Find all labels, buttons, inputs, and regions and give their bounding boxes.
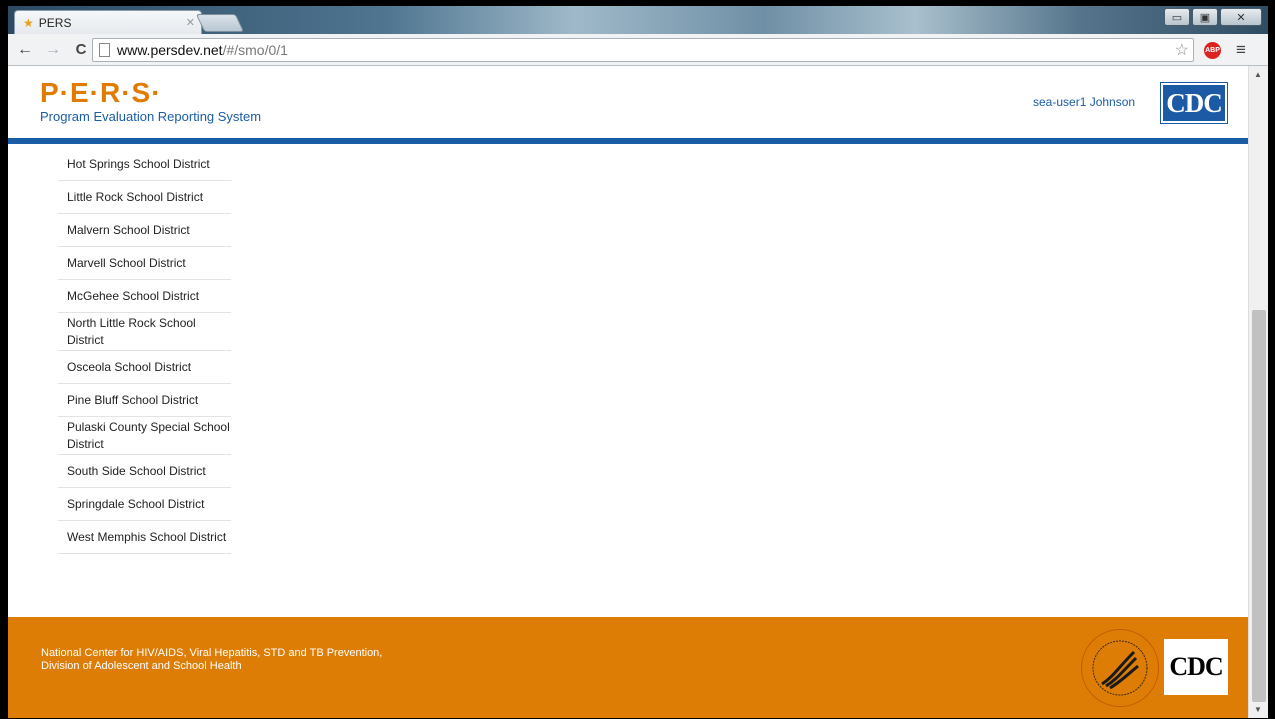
- district-item[interactable]: Malvern School District: [58, 214, 231, 247]
- page-header: P·E·R·S· Program Evaluation Reporting Sy…: [8, 66, 1248, 138]
- url-host: www.persdev.net: [117, 42, 223, 58]
- scroll-down-icon[interactable]: ▼: [1254, 705, 1262, 714]
- url-path: /#/smo/0/1: [222, 42, 288, 58]
- footer-cdc-mark: CDC: [1169, 652, 1223, 681]
- scroll-up-icon[interactable]: ▲: [1254, 70, 1262, 79]
- district-item[interactable]: McGehee School District: [58, 280, 231, 313]
- district-item[interactable]: Springdale School District: [58, 488, 231, 521]
- browser-toolbar: ← → C www.persdev.net /#/smo/0/1 ☆ ABP ≡: [8, 34, 1268, 66]
- district-item[interactable]: Osceola School District: [58, 351, 231, 384]
- window-controls: ▭ ▣ ✕: [1164, 8, 1262, 26]
- district-item[interactable]: Little Rock School District: [58, 181, 231, 214]
- minimize-button[interactable]: ▭: [1164, 8, 1190, 26]
- footer-cdc-logo: CDC: [1164, 639, 1228, 695]
- forward-button[interactable]: →: [42, 39, 64, 61]
- back-button[interactable]: ←: [14, 39, 36, 61]
- browser-window: ★ PERS ✕ ▭ ▣ ✕ ← → C www.persdev.net /#/…: [8, 6, 1268, 718]
- new-tab-button[interactable]: [195, 14, 245, 32]
- close-window-button[interactable]: ✕: [1220, 8, 1262, 26]
- tab-bar: ★ PERS ✕ ▭ ▣ ✕: [8, 6, 1268, 34]
- maximize-button[interactable]: ▣: [1192, 8, 1218, 26]
- address-bar[interactable]: www.persdev.net /#/smo/0/1 ☆: [92, 38, 1194, 62]
- page-footer: National Center for HIV/AIDS, Viral Hepa…: [8, 617, 1248, 718]
- pers-logo[interactable]: P·E·R·S·: [40, 77, 162, 109]
- hhs-seal-icon: [1081, 629, 1159, 707]
- footer-text: National Center for HIV/AIDS, Viral Hepa…: [41, 647, 382, 673]
- reload-button[interactable]: C: [70, 39, 92, 61]
- tab-close-icon[interactable]: ✕: [186, 16, 195, 29]
- menu-icon[interactable]: ≡: [1236, 40, 1246, 60]
- adblock-icon[interactable]: ABP: [1204, 42, 1221, 59]
- pers-subtitle: Program Evaluation Reporting System: [40, 109, 262, 124]
- cdc-logo: CDC: [1160, 82, 1228, 124]
- vertical-scrollbar[interactable]: ▲ ▼: [1248, 66, 1268, 718]
- district-item[interactable]: Hot Springs School District: [58, 148, 231, 181]
- favicon-star-icon: ★: [23, 15, 34, 30]
- district-list: Hot Springs School District Little Rock …: [58, 148, 231, 554]
- user-name-link[interactable]: sea-user1 Johnson: [1033, 95, 1135, 109]
- district-item[interactable]: North Little Rock School District: [58, 313, 231, 351]
- page-viewport: P·E·R·S· Program Evaluation Reporting Sy…: [8, 66, 1268, 718]
- header-divider: [8, 138, 1248, 144]
- district-item[interactable]: Pine Bluff School District: [58, 384, 231, 417]
- district-item[interactable]: West Memphis School District: [58, 521, 231, 554]
- footer-line-2: Division of Adolescent and School Health: [41, 660, 242, 672]
- bookmark-star-icon[interactable]: ☆: [1175, 40, 1189, 60]
- district-item[interactable]: Pulaski County Special School District: [58, 417, 231, 455]
- district-item[interactable]: Marvell School District: [58, 247, 231, 280]
- scroll-thumb[interactable]: [1252, 310, 1266, 702]
- page-icon: [99, 43, 110, 57]
- tab-pers[interactable]: ★ PERS ✕: [14, 10, 202, 34]
- district-item[interactable]: South Side School District: [58, 455, 231, 488]
- footer-line-1: National Center for HIV/AIDS, Viral Hepa…: [41, 647, 383, 659]
- tab-title: PERS: [38, 15, 72, 30]
